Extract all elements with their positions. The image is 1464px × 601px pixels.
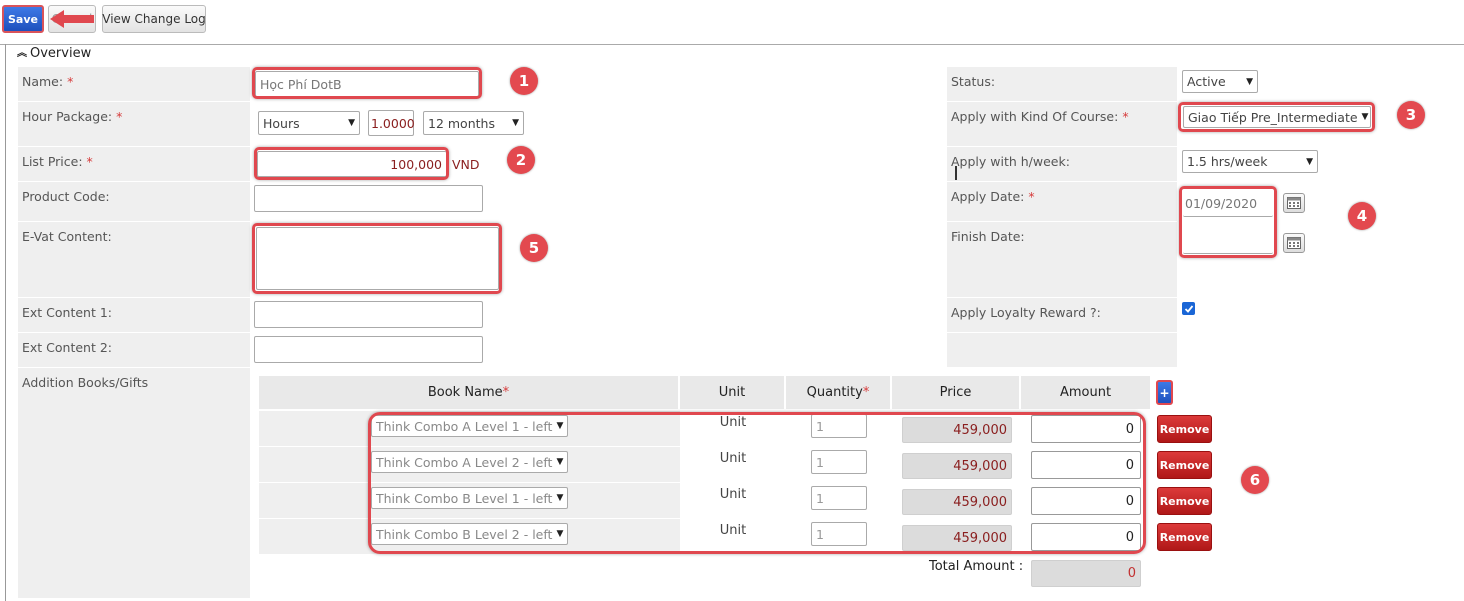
annotation-frame-name xyxy=(252,67,482,99)
ext-content-1-label: Ext Content 1: xyxy=(18,298,250,332)
marker-badge: 2 xyxy=(507,146,535,174)
quantity-header: Quantity * xyxy=(786,376,892,409)
toolbar-divider xyxy=(0,44,1464,45)
status-label: Status: xyxy=(947,67,1177,101)
section-header[interactable]: ︽ Overview xyxy=(17,46,91,61)
checkmark-icon xyxy=(1184,304,1193,313)
marker-badge: 3 xyxy=(1397,101,1425,129)
product-code-input[interactable] xyxy=(254,185,483,212)
ext-content-1-input[interactable] xyxy=(254,301,483,328)
loyalty-label: Apply Loyalty Reward ?: xyxy=(947,298,1177,332)
kind-of-course-label: Apply with Kind Of Course: * xyxy=(947,102,1177,146)
chevron-down-icon: ▼ xyxy=(348,118,355,128)
annotation-frame-course xyxy=(1178,102,1375,132)
hours-input[interactable]: 1.0000 xyxy=(368,110,415,136)
evat-content-label: E-Vat Content: xyxy=(18,222,250,297)
arrow-annotation-icon xyxy=(50,10,94,28)
panel-border xyxy=(5,44,6,601)
chevron-down-icon: ▼ xyxy=(512,118,519,128)
annotation-frame-evat xyxy=(252,223,502,294)
price-header: Price xyxy=(892,376,1021,409)
marker-badge: 4 xyxy=(1348,202,1376,230)
total-amount-value: 0 xyxy=(1031,560,1141,587)
remove-button[interactable]: Remove xyxy=(1157,487,1212,515)
hours-week-select[interactable]: 1.5 hrs/week ▼ xyxy=(1182,150,1318,173)
loyalty-checkbox[interactable] xyxy=(1182,302,1195,315)
name-label: Name: * xyxy=(18,67,250,101)
book-name-header: Book Name * xyxy=(259,376,680,409)
text-cursor-icon xyxy=(955,166,957,180)
remove-button[interactable]: Remove xyxy=(1157,523,1212,551)
unit-header: Unit xyxy=(680,376,786,409)
apply-date-label: Apply Date: * xyxy=(947,182,1177,221)
ext-content-2-input[interactable] xyxy=(254,336,483,363)
annotation-frame-price xyxy=(254,147,449,180)
remove-button[interactable]: Remove xyxy=(1157,451,1212,479)
finish-date-label: Finish Date: xyxy=(947,222,1177,297)
chevron-down-icon: ▼ xyxy=(1246,76,1253,87)
right-empty-cell xyxy=(947,333,1177,367)
section-title: Overview xyxy=(30,46,92,61)
status-select[interactable]: Active ▼ xyxy=(1182,70,1258,93)
add-book-button[interactable]: + xyxy=(1156,380,1173,405)
total-amount-label: Total Amount : xyxy=(929,559,1024,574)
product-code-label: Product Code: xyxy=(18,182,250,221)
annotation-frame-books xyxy=(368,412,1146,554)
duration-select[interactable]: 12 months ▼ xyxy=(423,111,524,135)
amount-header: Amount xyxy=(1021,376,1152,409)
double-chevron-up-icon: ︽ xyxy=(17,47,27,59)
currency-label: VND xyxy=(452,157,480,172)
marker-badge: 1 xyxy=(510,67,538,95)
chevron-down-icon: ▼ xyxy=(1306,156,1313,167)
marker-badge: 5 xyxy=(520,234,548,262)
hours-week-label: Apply with h/week: xyxy=(947,147,1177,181)
calendar-icon[interactable] xyxy=(1283,193,1305,213)
remove-button[interactable]: Remove xyxy=(1157,415,1212,443)
list-price-label: List Price: * xyxy=(18,147,250,181)
view-change-log-button[interactable]: View Change Log xyxy=(102,5,206,33)
marker-badge: 6 xyxy=(1241,466,1269,494)
hour-package-label: Hour Package: * xyxy=(18,102,250,146)
save-button[interactable]: Save xyxy=(2,5,44,33)
addition-books-label: Addition Books/Gifts xyxy=(18,368,250,598)
hour-unit-select[interactable]: Hours ▼ xyxy=(258,111,360,135)
ext-content-2-label: Ext Content 2: xyxy=(18,333,250,367)
annotation-frame-dates xyxy=(1179,186,1277,258)
calendar-icon[interactable] xyxy=(1283,233,1305,253)
